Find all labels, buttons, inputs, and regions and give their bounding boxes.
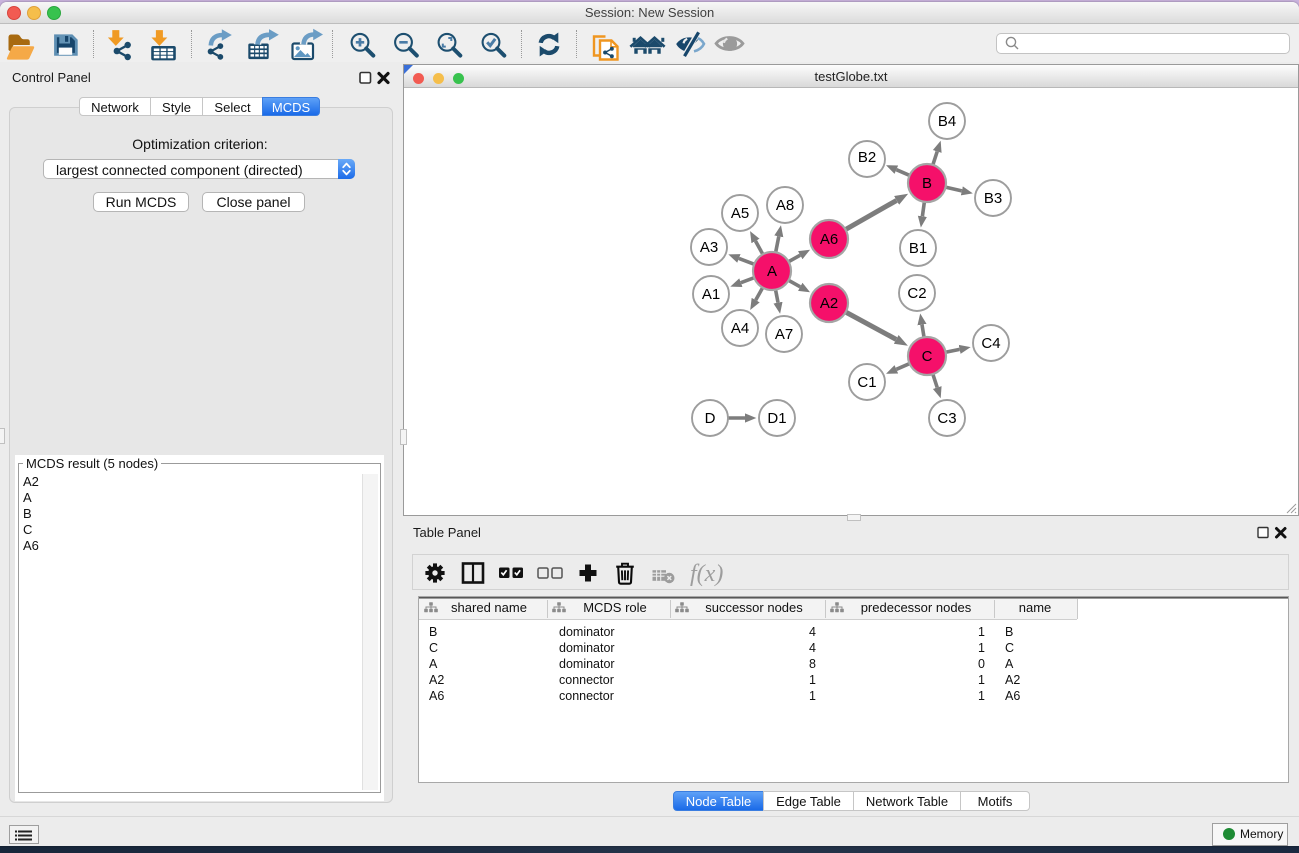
svg-text:4: 4: [809, 625, 816, 639]
svg-text:predecessor nodes: predecessor nodes: [861, 600, 972, 615]
svg-text:connector: connector: [559, 689, 614, 703]
svg-text:A: A: [429, 657, 438, 671]
svg-text:B2: B2: [858, 149, 876, 166]
svg-text:A6: A6: [429, 689, 444, 703]
svg-text:f(x): f(x): [690, 561, 723, 587]
svg-text:C4: C4: [981, 335, 1000, 352]
svg-text:0: 0: [978, 657, 985, 671]
svg-text:shared name: shared name: [451, 600, 527, 615]
svg-text:dominator: dominator: [559, 657, 615, 671]
svg-text:C1: C1: [857, 374, 876, 391]
svg-text:1: 1: [978, 673, 985, 687]
svg-text:A4: A4: [731, 320, 749, 337]
svg-text:B3: B3: [984, 190, 1002, 207]
svg-text:successor nodes: successor nodes: [705, 600, 803, 615]
svg-text:A2: A2: [820, 295, 838, 312]
svg-text:C3: C3: [937, 410, 956, 427]
svg-text:1: 1: [978, 625, 985, 639]
svg-text:dominator: dominator: [559, 641, 615, 655]
svg-text:D1: D1: [767, 410, 786, 427]
svg-text:A2: A2: [429, 673, 444, 687]
svg-text:dominator: dominator: [559, 625, 615, 639]
svg-text:1: 1: [978, 689, 985, 703]
svg-text:A6: A6: [820, 231, 838, 248]
svg-text:A: A: [767, 263, 777, 280]
svg-text:B: B: [1005, 625, 1013, 639]
svg-text:A1: A1: [702, 286, 720, 303]
svg-text:C: C: [922, 348, 933, 365]
svg-text:A3: A3: [700, 239, 718, 256]
svg-text:connector: connector: [559, 673, 614, 687]
svg-text:A7: A7: [775, 326, 793, 343]
svg-text:1: 1: [809, 689, 816, 703]
svg-text:B: B: [922, 175, 932, 192]
svg-text:C: C: [1005, 641, 1014, 655]
svg-text:A8: A8: [776, 197, 794, 214]
svg-text:1: 1: [809, 673, 816, 687]
svg-text:D: D: [705, 410, 716, 427]
svg-text:A2: A2: [1005, 673, 1020, 687]
svg-text:C2: C2: [907, 285, 926, 302]
svg-text:4: 4: [809, 641, 816, 655]
svg-text:8: 8: [809, 657, 816, 671]
svg-text:B: B: [429, 625, 437, 639]
svg-text:A6: A6: [1005, 689, 1020, 703]
svg-text:B4: B4: [938, 113, 956, 130]
svg-text:1: 1: [978, 641, 985, 655]
svg-text:A: A: [1005, 657, 1014, 671]
svg-text:name: name: [1019, 600, 1052, 615]
svg-text:A5: A5: [731, 205, 749, 222]
svg-text:B1: B1: [909, 240, 927, 257]
svg-text:C: C: [429, 641, 438, 655]
svg-text:MCDS role: MCDS role: [583, 600, 647, 615]
